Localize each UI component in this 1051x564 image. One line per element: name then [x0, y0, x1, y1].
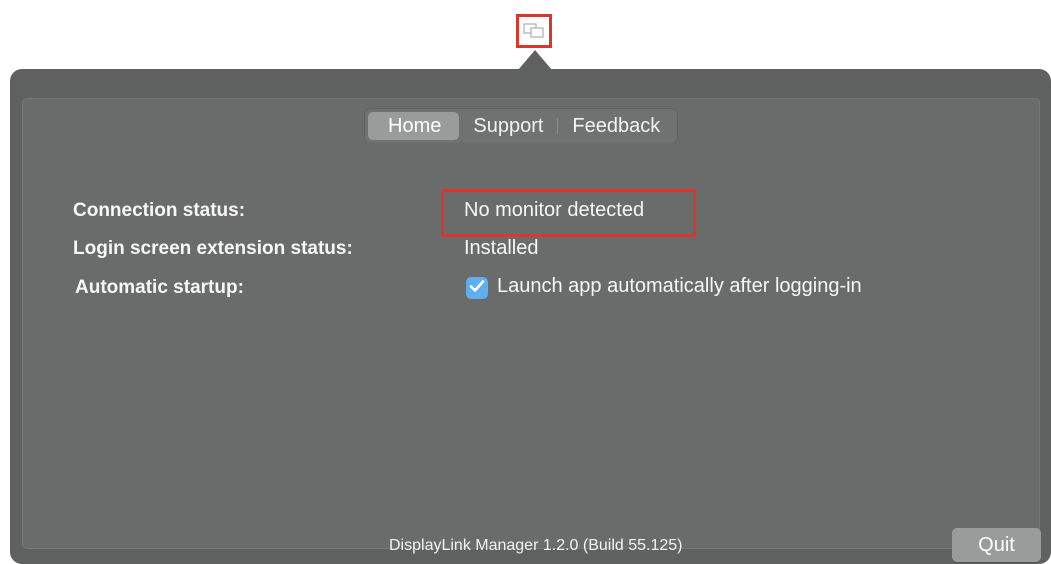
screen: Home Support Feedback Connection status:…: [0, 0, 1051, 564]
login-extension-label: Login screen extension status:: [73, 238, 353, 259]
launch-at-login-label[interactable]: Launch app automatically after logging-i…: [497, 275, 862, 298]
connection-status-label: Connection status:: [73, 200, 246, 221]
popover-arrow: [518, 50, 552, 70]
connection-status-highlight: [441, 189, 696, 237]
login-extension-value: Installed: [464, 237, 539, 259]
content-panel: Home Support Feedback Connection status:…: [22, 98, 1041, 562]
displaylink-popover: Home Support Feedback Connection status:…: [10, 69, 1051, 564]
tab-feedback[interactable]: Feedback: [558, 112, 674, 140]
tab-bar: Home Support Feedback: [365, 109, 678, 143]
menubar-status-item[interactable]: [516, 14, 552, 48]
displaylink-icon: [523, 23, 545, 39]
quit-button[interactable]: Quit: [952, 528, 1041, 562]
tab-support[interactable]: Support: [459, 112, 557, 140]
checkmark-icon: [469, 279, 485, 298]
automatic-startup-label: Automatic startup:: [75, 277, 244, 298]
launch-at-login-checkbox[interactable]: [466, 277, 488, 299]
version-text: DisplayLink Manager 1.2.0 (Build 55.125): [389, 537, 683, 554]
tab-home[interactable]: Home: [368, 112, 460, 140]
